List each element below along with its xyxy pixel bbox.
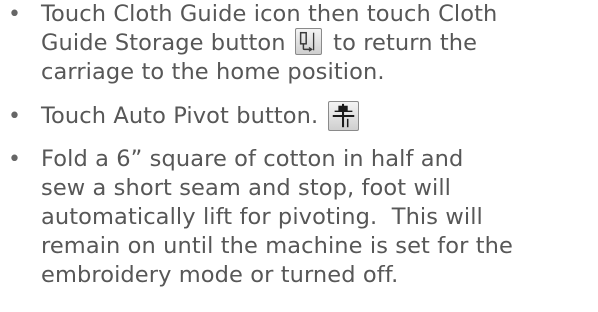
text-line-with-icon: Guide Storage button to return the	[41, 28, 596, 58]
bullet-icon: •	[8, 147, 21, 172]
text-line: Touch Cloth Guide icon then touch Cloth	[41, 1, 498, 27]
text-line: automatically lift for pivoting. This wi…	[41, 204, 483, 230]
text-line: embroidery mode or turned off.	[41, 262, 399, 288]
list-item-text: Touch Cloth Guide icon then touch Cloth …	[41, 0, 596, 87]
text-segment: Guide Storage button	[41, 30, 286, 56]
list-item-text: Fold a 6” square of cotton in half and s…	[41, 145, 596, 290]
text-segment: Touch Auto Pivot button.	[41, 103, 319, 129]
text-line: remain on until the machine is set for t…	[41, 233, 513, 259]
cloth-guide-storage-icon	[294, 28, 322, 55]
text-line: Fold a 6” square of cotton in half and	[41, 146, 464, 172]
auto-pivot-icon	[327, 101, 359, 131]
text-line: sew a short seam and stop, foot will	[41, 175, 452, 201]
text-line-with-icon: Touch Auto Pivot button.	[41, 101, 596, 131]
bullet-icon: •	[8, 2, 21, 27]
bullet-icon: •	[8, 104, 21, 129]
list-item-text: Touch Auto Pivot button.	[41, 101, 596, 131]
text-line: carriage to the home position.	[41, 59, 385, 85]
instruction-list: • Touch Cloth Guide icon then touch Clot…	[0, 0, 598, 312]
text-segment: to return the	[333, 30, 478, 56]
